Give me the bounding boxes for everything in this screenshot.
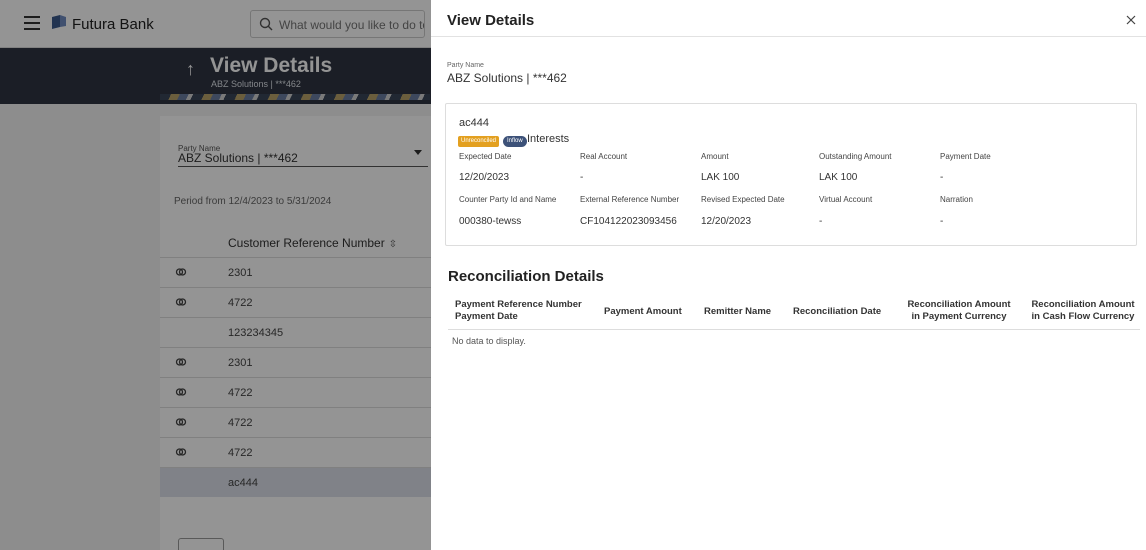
narration-label: Narration <box>940 195 973 204</box>
col-rec-amount-cashflow-line2: in Cash Flow Currency <box>1031 311 1135 322</box>
col-reconciliation-date: Reconciliation Date <box>793 306 882 317</box>
col-reconciliation-amount-cashflow: Reconciliation Amount in Cash Flow Curre… <box>1024 299 1142 323</box>
view-details-panel: View Details Party Name ABZ Solutions | … <box>431 0 1146 550</box>
outstanding-amount-label: Outstanding Amount <box>819 152 892 161</box>
external-reference-value: CF104122023093456 <box>580 216 677 227</box>
counter-party-value: 000380-tewss <box>459 216 522 227</box>
divider <box>431 36 1146 37</box>
reconciliation-table-header: Payment Reference Number Payment Date Pa… <box>448 296 1140 330</box>
payment-date-label: Payment Date <box>940 152 991 161</box>
modal-title: View Details <box>447 12 535 29</box>
transaction-detail-card: ac444 Unreconciled Inflow Interests Expe… <box>445 103 1137 246</box>
reconciliation-title: Reconciliation Details <box>448 268 604 285</box>
transaction-id: ac444 <box>459 117 489 129</box>
counter-party-label: Counter Party Id and Name <box>459 195 557 204</box>
col-payment-reference: Payment Reference Number Payment Date <box>455 299 582 323</box>
col-rec-amount-payment-line2: in Payment Currency <box>911 311 1007 322</box>
col-payment-amount: Payment Amount <box>604 306 682 317</box>
col-payment-reference-line1: Payment Reference Number <box>455 299 582 310</box>
party-name-label: Party Name <box>447 62 484 69</box>
party-name-value: ABZ Solutions | ***462 <box>447 71 567 85</box>
payment-date-value: - <box>940 172 944 183</box>
expected-date-label: Expected Date <box>459 152 512 161</box>
virtual-account-label: Virtual Account <box>819 195 873 204</box>
revised-expected-date-value: 12/20/2023 <box>701 216 752 227</box>
revised-expected-date-label: Revised Expected Date <box>701 195 785 204</box>
close-icon[interactable] <box>1124 13 1138 27</box>
narration-value: - <box>940 216 944 227</box>
real-account-label: Real Account <box>580 152 628 161</box>
col-reconciliation-amount-payment: Reconciliation Amount in Payment Currenc… <box>900 299 1018 323</box>
col-payment-reference-line2: Payment Date <box>455 311 518 322</box>
col-rec-amount-cashflow-line1: Reconciliation Amount <box>1031 299 1135 310</box>
status-badge: Unreconciled <box>458 136 500 147</box>
col-rec-amount-payment-line1: Reconciliation Amount <box>907 299 1011 310</box>
external-reference-label: External Reference Number <box>580 195 680 204</box>
outstanding-amount-value: LAK 100 <box>819 172 858 183</box>
empty-state-text: No data to display. <box>452 336 526 346</box>
virtual-account-value: - <box>819 216 823 227</box>
amount-label: Amount <box>701 152 729 161</box>
reconciliation-table: Payment Reference Number Payment Date Pa… <box>448 296 1140 346</box>
col-remitter-name: Remitter Name <box>704 306 772 317</box>
category-text: Interests <box>527 133 570 145</box>
expected-date-value: 12/20/2023 <box>459 172 510 183</box>
flow-badge: Inflow <box>503 136 527 147</box>
amount-value: LAK 100 <box>701 172 740 183</box>
real-account-value: - <box>580 172 584 183</box>
